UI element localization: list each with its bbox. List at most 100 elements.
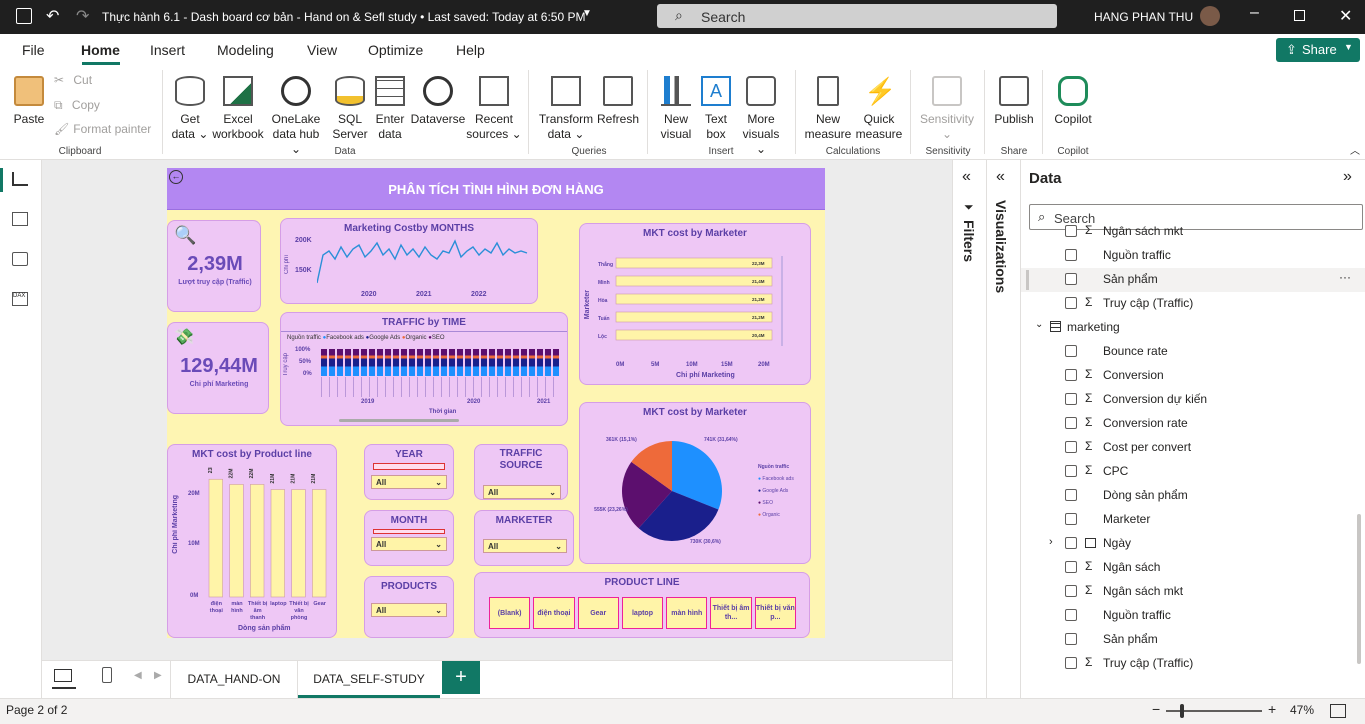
- collapse-data-pane-icon[interactable]: »: [1343, 168, 1352, 186]
- field-item[interactable]: Σ Conversion rate: [1021, 412, 1365, 436]
- year-slicer[interactable]: YEAR All ⌄: [364, 444, 454, 500]
- field-item[interactable]: Σ Cost per convert: [1021, 436, 1365, 460]
- product-line-button[interactable]: Gear: [577, 597, 619, 629]
- product-line-bar[interactable]: [208, 478, 223, 598]
- sensitivity-button[interactable]: Sensitivity ⌄: [916, 76, 978, 142]
- visualizations-pane-collapsed[interactable]: « Visualizations: [986, 160, 1020, 698]
- traffic-source-dropdown[interactable]: All ⌄: [483, 485, 561, 499]
- field-item[interactable]: Σ Ngân sách mkt: [1021, 580, 1365, 604]
- menu-home[interactable]: Home: [81, 42, 120, 58]
- year-dropdown[interactable]: All ⌄: [371, 475, 447, 489]
- add-page-button[interactable]: +: [442, 661, 480, 694]
- product-line-button[interactable]: màn hình: [666, 597, 708, 629]
- dataverse-button[interactable]: Dataverse: [410, 76, 466, 127]
- collapse-ribbon-icon[interactable]: ︿: [1350, 142, 1360, 157]
- minimize-icon[interactable]: –: [1250, 4, 1259, 22]
- expand-viz-icon[interactable]: «: [996, 168, 1005, 186]
- redo-icon[interactable]: ↷: [76, 6, 89, 26]
- products-dropdown[interactable]: All ⌄: [371, 603, 447, 617]
- onelake-button[interactable]: OneLake data hub ⌄: [266, 76, 326, 157]
- share-button[interactable]: ⇪ Share ▼: [1276, 38, 1360, 62]
- field-checkbox[interactable]: [1065, 657, 1077, 669]
- month-dropdown[interactable]: All ⌄: [371, 537, 447, 551]
- table-view-icon[interactable]: [12, 212, 28, 226]
- product-line-bar-chart[interactable]: MKT cost by Product line Chi phí Marketi…: [167, 444, 337, 638]
- scrollbar-thumb[interactable]: [1357, 514, 1361, 664]
- chevron-down-icon[interactable]: ⌄: [1035, 319, 1043, 330]
- model-view-icon[interactable]: [12, 252, 28, 266]
- recent-sources-button[interactable]: Recent sources ⌄: [466, 76, 522, 142]
- field-checkbox[interactable]: [1065, 633, 1077, 645]
- field-item[interactable]: Σ Ngân sách mkt: [1021, 220, 1365, 244]
- product-line-button[interactable]: Thiết bị âm th...: [710, 597, 752, 629]
- text-box-button[interactable]: A Text box: [698, 76, 734, 142]
- field-item[interactable]: Σ Truy cập (Traffic): [1021, 292, 1365, 316]
- scrollbar[interactable]: [339, 419, 459, 422]
- field-checkbox[interactable]: [1065, 417, 1077, 429]
- next-page-icon[interactable]: ▶: [154, 670, 162, 681]
- filters-pane-collapsed[interactable]: « ⏷ Filters: [952, 160, 986, 698]
- marketer-bar[interactable]: [615, 329, 773, 341]
- table-marketing[interactable]: ⌄ marketing: [1021, 316, 1365, 340]
- field-item[interactable]: Sản phẩm: [1021, 628, 1365, 652]
- zoom-in-icon[interactable]: +: [1268, 701, 1276, 717]
- tab-data-self-study[interactable]: DATA_SELF-STUDY: [298, 661, 440, 698]
- cut-button[interactable]: ✂ Cut: [54, 73, 92, 88]
- field-checkbox[interactable]: [1065, 273, 1077, 285]
- product-line-button[interactable]: điện thoại: [533, 597, 575, 629]
- search-input[interactable]: ⌕ Search: [657, 4, 1057, 28]
- publish-button[interactable]: Publish: [992, 76, 1036, 127]
- menu-help[interactable]: Help: [456, 42, 485, 58]
- copilot-button[interactable]: Copilot: [1050, 76, 1096, 127]
- excel-workbook-button[interactable]: Excel workbook: [210, 76, 266, 142]
- zoom-slider[interactable]: [1166, 704, 1262, 718]
- fit-to-page-icon[interactable]: [1330, 704, 1346, 718]
- product-line-button[interactable]: Thiết bị văn p...: [754, 597, 796, 629]
- expand-filters-icon[interactable]: «: [962, 168, 971, 186]
- field-checkbox[interactable]: [1065, 489, 1077, 501]
- product-line-button[interactable]: laptop: [621, 597, 664, 629]
- kpi-traffic-card[interactable]: 🔍 2,39M Lượt truy cập (Traffic): [167, 220, 261, 312]
- field-checkbox[interactable]: [1065, 393, 1077, 405]
- product-line-bar[interactable]: [312, 489, 327, 598]
- more-visuals-button[interactable]: More visuals ⌄: [736, 76, 786, 157]
- marketer-slicer[interactable]: MARKETER All ⌄: [474, 510, 574, 566]
- traffic-pie-chart[interactable]: MKT cost by Marketer 361K (15,1%) 741K (…: [579, 402, 811, 564]
- close-icon[interactable]: ✕: [1339, 6, 1352, 26]
- more-options-icon[interactable]: ···: [1339, 270, 1351, 284]
- avatar[interactable]: [1200, 6, 1220, 26]
- zoom-thumb[interactable]: [1180, 704, 1184, 718]
- field-checkbox[interactable]: [1065, 561, 1077, 573]
- dax-query-icon[interactable]: DAX: [12, 292, 28, 306]
- transform-data-button[interactable]: Transform data ⌄: [536, 76, 596, 142]
- field-checkbox[interactable]: [1065, 609, 1077, 621]
- month-slicer[interactable]: MONTH All ⌄: [364, 510, 454, 566]
- field-checkbox[interactable]: [1065, 249, 1077, 261]
- maximize-icon[interactable]: [1294, 10, 1305, 21]
- field-checkbox[interactable]: [1065, 465, 1077, 477]
- field-item[interactable]: Σ Conversion: [1021, 364, 1365, 388]
- field-checkbox[interactable]: [1065, 225, 1077, 237]
- traffic-by-time-chart[interactable]: TRAFFIC by TIME Nguồn traffic ●Facebook …: [280, 312, 568, 426]
- products-slicer[interactable]: PRODUCTS All ⌄: [364, 576, 454, 638]
- product-line-bar[interactable]: [291, 489, 306, 598]
- desktop-layout-icon[interactable]: [54, 669, 72, 682]
- field-item[interactable]: Nguồn traffic: [1021, 244, 1365, 268]
- traffic-source-slicer[interactable]: TRAFFIC SOURCE All ⌄: [474, 444, 568, 500]
- quick-measure-button[interactable]: ⚡ Quick measure: [854, 76, 904, 142]
- field-checkbox[interactable]: [1065, 297, 1077, 309]
- format-painter-button[interactable]: 🖌 Format painter: [54, 122, 151, 137]
- marketer-bar[interactable]: [615, 293, 773, 305]
- field-item[interactable]: Marketer: [1021, 508, 1365, 532]
- field-item[interactable]: Sản phẩm ···: [1021, 268, 1365, 292]
- copy-button[interactable]: ⧉ Copy: [54, 98, 100, 113]
- product-line-slicer[interactable]: PRODUCT LINE (Blank) điện thoại Gear laptop…: [474, 572, 810, 638]
- report-view-icon[interactable]: [12, 172, 28, 186]
- field-item[interactable]: Σ Conversion dự kiến: [1021, 388, 1365, 412]
- marketer-bar[interactable]: [615, 311, 773, 323]
- menu-view[interactable]: View: [307, 42, 337, 58]
- product-line-bar[interactable]: [270, 489, 285, 598]
- field-checkbox[interactable]: [1065, 513, 1077, 525]
- field-checkbox[interactable]: [1065, 585, 1077, 597]
- field-checkbox[interactable]: [1065, 345, 1077, 357]
